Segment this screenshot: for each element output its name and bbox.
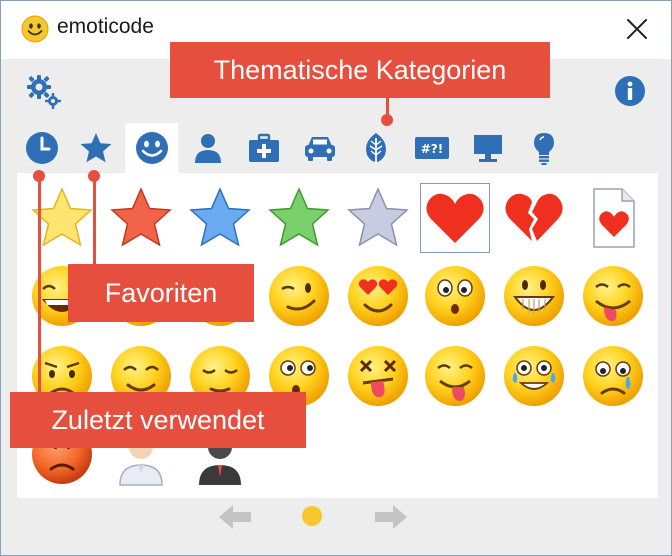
emoji-grid (17, 173, 658, 498)
grid-cell-selected[interactable] (420, 183, 490, 253)
heart-icon (426, 193, 484, 243)
grid-cell[interactable] (264, 183, 334, 253)
toothy-grin-face-icon (504, 266, 564, 326)
tab-smileys[interactable] (125, 123, 178, 173)
window-title: emoticode (57, 15, 154, 38)
grid-cell[interactable] (264, 261, 334, 331)
grid-cell[interactable] (578, 341, 648, 411)
close-icon[interactable] (621, 13, 653, 45)
clock-icon (25, 132, 58, 164)
star-blue-icon (189, 187, 251, 247)
smiley-icon (135, 132, 168, 164)
arrow-left-icon[interactable] (217, 502, 253, 532)
car-icon (304, 137, 335, 161)
grid-cell[interactable] (343, 261, 413, 331)
surprised-face-icon (425, 266, 485, 326)
info-icon[interactable] (614, 75, 646, 107)
leaf-icon (365, 133, 386, 164)
gear-icon[interactable] (25, 73, 63, 111)
grid-cell[interactable] (499, 341, 569, 411)
arrow-right-icon[interactable] (373, 502, 409, 532)
symbols-label: #?! (420, 142, 443, 156)
tab-ideas[interactable] (517, 123, 570, 173)
tab-favorites[interactable] (69, 123, 122, 173)
grid-cell[interactable] (499, 183, 569, 253)
callout-dot-categories (381, 114, 393, 126)
symbols-icon: #?! (414, 137, 449, 159)
tab-people[interactable] (181, 123, 234, 173)
lightbulb-icon (533, 133, 554, 165)
grid-cell[interactable] (106, 183, 176, 253)
tab-medical[interactable] (237, 123, 290, 173)
callout-favorites: Favoriten (68, 264, 254, 322)
grid-cell[interactable] (499, 261, 569, 331)
category-tabs: #?! (15, 123, 660, 173)
page-navigation (17, 498, 658, 538)
callout-line-favorites (93, 176, 96, 266)
callout-categories: Thematische Kategorien (170, 42, 550, 98)
page-indicator-dot[interactable] (302, 506, 322, 526)
tab-symbols[interactable]: #?! (405, 123, 458, 173)
winking-face-icon (269, 266, 329, 326)
star-icon (80, 133, 111, 163)
grid-cell[interactable] (578, 261, 648, 331)
tab-vehicles[interactable] (293, 123, 346, 173)
tab-nature[interactable] (349, 123, 402, 173)
dizzy-face-icon (348, 346, 408, 406)
person-icon (194, 134, 221, 163)
smiley-icon (21, 15, 49, 43)
monitor-icon (473, 135, 502, 162)
tab-recent[interactable] (15, 123, 68, 173)
tongue-out-face-icon (425, 346, 485, 406)
grid-cell[interactable] (420, 261, 490, 331)
grid-cell[interactable] (185, 183, 255, 253)
star-green-icon (268, 187, 330, 247)
star-red-icon (110, 187, 172, 247)
tongue-wink-face-icon (583, 266, 643, 326)
grid-cell[interactable] (578, 183, 648, 253)
grid-cell[interactable] (343, 183, 413, 253)
callout-recent: Zuletzt verwendet (10, 392, 306, 448)
heart-eyes-face-icon (348, 266, 408, 326)
tears-of-joy-face-icon (504, 346, 564, 406)
broken-heart-icon (505, 193, 563, 241)
medical-kit-icon (248, 133, 279, 162)
grid-cell[interactable] (343, 341, 413, 411)
tab-technology[interactable] (461, 123, 514, 173)
callout-dot-recent (33, 170, 45, 182)
callout-dot-favorites (88, 170, 100, 182)
heart-document-icon (593, 188, 635, 248)
crying-face-icon (583, 346, 643, 406)
star-silver-icon (347, 187, 409, 247)
grid-cell[interactable] (420, 341, 490, 411)
callout-line-recent (38, 176, 41, 394)
